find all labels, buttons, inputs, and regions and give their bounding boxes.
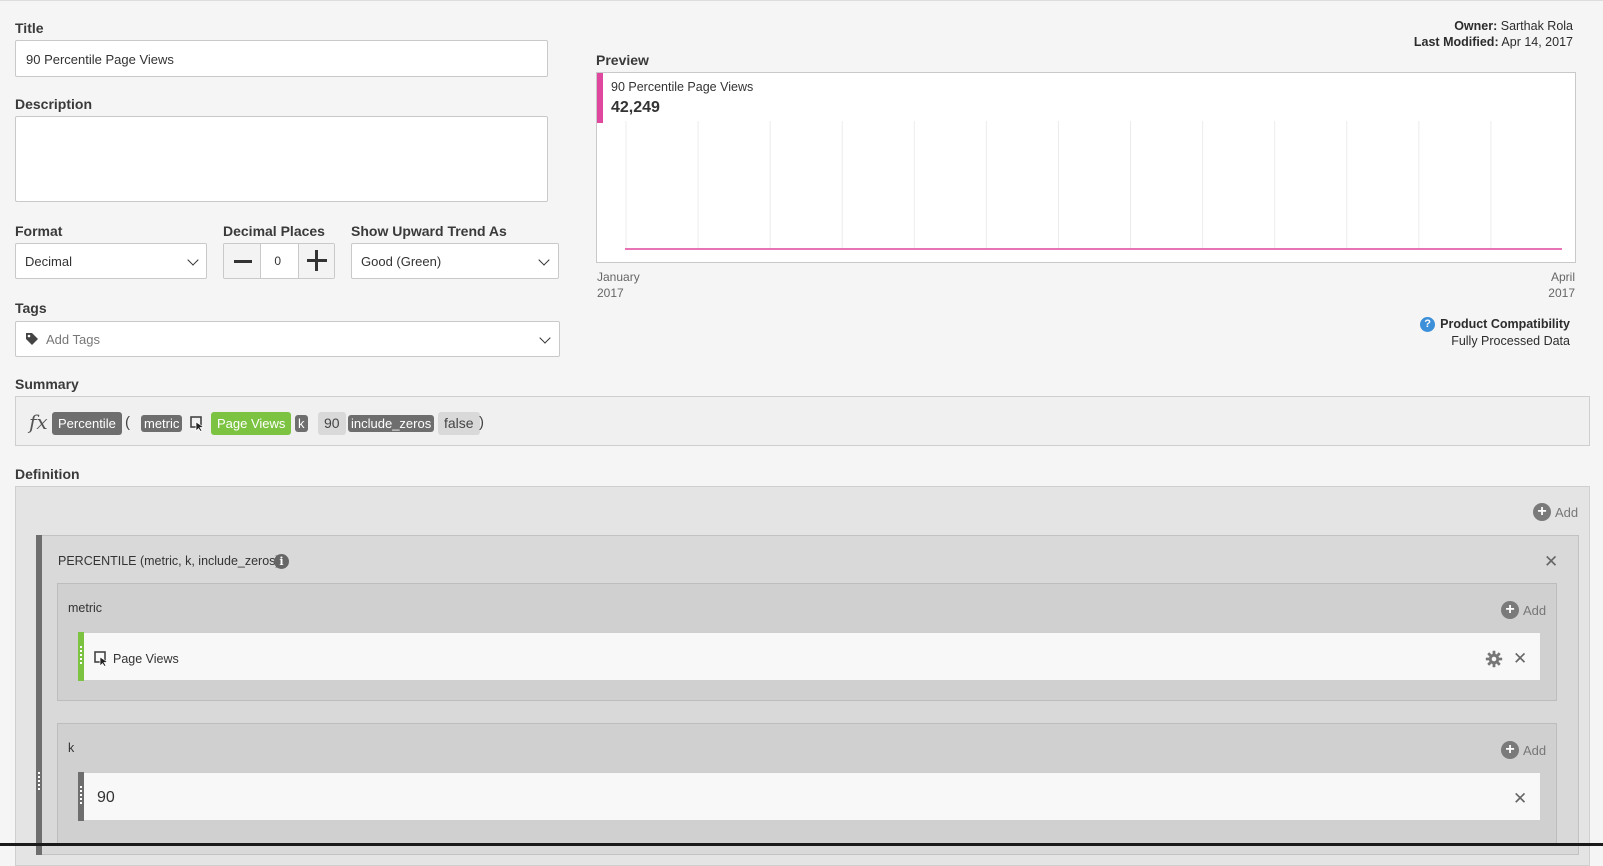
plus-icon: [306, 250, 327, 272]
summary-label: Summary: [15, 376, 79, 392]
title-input[interactable]: 90 Percentile Page Views: [15, 40, 548, 77]
meta-info: Owner: Sarthak Rola Last Modified: Apr 1…: [1414, 18, 1573, 50]
remove-k-icon[interactable]: ✕: [1513, 790, 1527, 807]
chevron-down-icon: [539, 332, 551, 344]
fx-icon: fx: [29, 410, 48, 434]
summary-arg-k: k: [295, 415, 308, 432]
owner-label: Owner:: [1454, 19, 1498, 33]
metric-color-bar: [597, 73, 603, 123]
k-value: 90: [97, 789, 115, 806]
trend-select[interactable]: Good (Green): [351, 243, 559, 279]
title-label: Title: [15, 20, 44, 36]
decimal-places-value: 0: [274, 254, 282, 268]
summary-open-paren: (: [125, 414, 130, 431]
compat-title: Product Compatibility: [1440, 317, 1570, 331]
decimal-places-label: Decimal Places: [223, 223, 325, 239]
info-icon[interactable]: i: [274, 554, 289, 569]
product-compatibility: ? Product Compatibility Fully Processed …: [1420, 316, 1570, 350]
preview-metric-name: 90 Percentile Page Views: [611, 80, 754, 94]
k-item-drag-handle[interactable]: [78, 772, 84, 821]
tags-label: Tags: [15, 300, 47, 316]
modified-value: Apr 14, 2017: [1501, 35, 1573, 49]
x-axis-start-month: January: [597, 270, 640, 284]
title-input-value: 90 Percentile Page Views: [26, 52, 174, 67]
summary-metric-pill[interactable]: Page Views: [211, 412, 292, 435]
definition-add-button[interactable]: + Add: [1533, 503, 1578, 521]
metric-cursor-icon: [190, 416, 205, 432]
metric-cursor-icon: [94, 651, 109, 667]
decimal-places-input[interactable]: 0: [261, 244, 297, 278]
minus-icon: [234, 260, 252, 263]
x-axis-start-year: 2017: [597, 286, 624, 300]
k-section-label: k: [68, 741, 75, 755]
add-label: Add: [1555, 504, 1579, 520]
description-label: Description: [15, 96, 93, 112]
chevron-down-icon: [538, 254, 550, 266]
add-label: Add: [1523, 742, 1547, 758]
top-border: [0, 0, 1603, 1]
plus-circle-icon: +: [1533, 503, 1551, 521]
format-value: Decimal: [25, 254, 72, 269]
tag-icon: [26, 333, 38, 345]
k-value-input[interactable]: [78, 772, 1541, 821]
summary-arg-metric: metric: [141, 415, 183, 432]
plus-circle-icon: +: [1501, 741, 1519, 759]
preview-metric-value: 42,249: [611, 99, 660, 116]
modified-label: Last Modified:: [1413, 35, 1499, 49]
format-select[interactable]: Decimal: [15, 243, 207, 279]
add-label: Add: [1523, 602, 1547, 618]
remove-metric-icon[interactable]: ✕: [1513, 650, 1527, 667]
function-drag-handle[interactable]: [36, 535, 42, 855]
compat-value: Fully Processed Data: [1451, 334, 1570, 348]
help-icon[interactable]: ?: [1420, 317, 1436, 332]
preview-label: Preview: [596, 52, 649, 68]
decimal-places-stepper: 0: [223, 243, 335, 279]
metric-item-drag-handle[interactable]: [78, 632, 84, 681]
close-function-icon[interactable]: ✕: [1544, 553, 1558, 570]
summary-k-value: 90: [318, 412, 346, 435]
x-axis-end-month: April: [1550, 270, 1575, 284]
k-add-button[interactable]: + Add: [1501, 741, 1546, 759]
summary-close-paren: ): [479, 414, 484, 431]
decrement-button[interactable]: [224, 244, 262, 278]
x-axis-end: April 2017: [1548, 269, 1575, 301]
function-title: PERCENTILE (metric, k, include_zeros): [58, 554, 280, 568]
format-label: Format: [15, 223, 63, 239]
gear-icon[interactable]: [1485, 650, 1503, 668]
metric-section-label: metric: [68, 601, 103, 615]
chevron-down-icon: [187, 254, 199, 266]
trend-label: Show Upward Trend As: [351, 223, 507, 239]
plus-circle-icon: +: [1501, 601, 1519, 619]
x-axis-start: January 2017: [597, 269, 640, 301]
summary-function-pill: Percentile: [52, 412, 122, 435]
preview-chart: [625, 121, 1562, 250]
metric-item-label: Page Views: [113, 652, 179, 666]
summary-arg-include-zeros: include_zeros: [348, 415, 435, 432]
trend-value: Good (Green): [361, 254, 442, 269]
tags-placeholder: Add Tags: [46, 332, 100, 347]
tags-input[interactable]: Add Tags: [15, 321, 560, 357]
metric-item[interactable]: [78, 632, 1541, 681]
definition-label: Definition: [15, 466, 80, 482]
x-axis-end-year: 2017: [1548, 286, 1575, 300]
description-textarea[interactable]: [15, 116, 548, 202]
preview-card: 90 Percentile Page Views 42,249: [596, 72, 1576, 263]
summary-include-zeros-value: false: [438, 412, 480, 435]
owner-value: Sarthak Rola: [1500, 19, 1573, 33]
metric-add-button[interactable]: + Add: [1501, 601, 1546, 619]
increment-button[interactable]: [297, 244, 334, 278]
